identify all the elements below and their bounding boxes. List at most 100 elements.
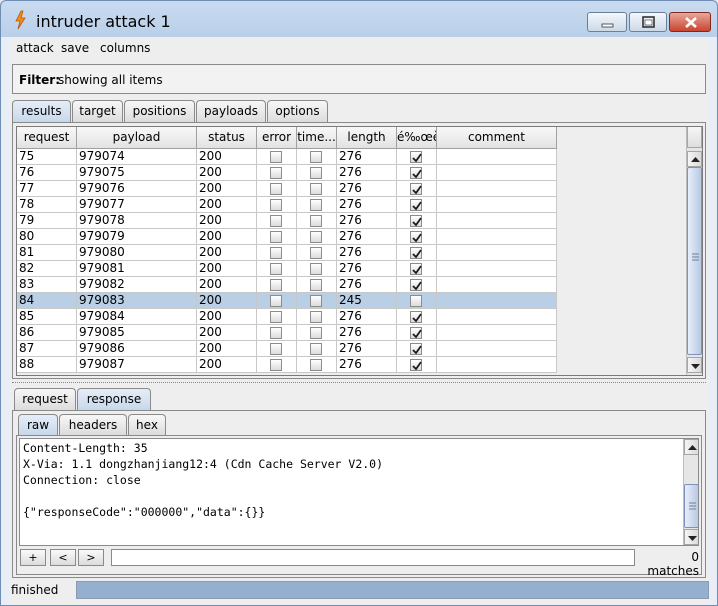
match-checkbox[interactable] <box>410 199 422 211</box>
column-payload[interactable]: payload <box>77 127 197 149</box>
match-checkbox[interactable] <box>410 183 422 195</box>
table-row[interactable]: 80 979079 200 276 <box>17 229 557 245</box>
menu-save[interactable]: save <box>61 41 89 55</box>
timeout-checkbox[interactable] <box>310 263 322 275</box>
timeout-checkbox[interactable] <box>310 199 322 211</box>
match-checkbox[interactable] <box>410 295 422 307</box>
table-row[interactable]: 85 979084 200 276 <box>17 309 557 325</box>
error-checkbox[interactable] <box>270 327 282 339</box>
column-length[interactable]: length <box>337 127 397 149</box>
timeout-checkbox[interactable] <box>310 343 322 355</box>
match-checkbox[interactable] <box>410 343 422 355</box>
timeout-checkbox[interactable] <box>310 183 322 195</box>
timeout-checkbox[interactable] <box>310 151 322 163</box>
tab-options[interactable]: options <box>267 100 328 122</box>
tab-target[interactable]: target <box>72 100 123 122</box>
response-scrollbar[interactable] <box>683 439 698 545</box>
add-search-button[interactable]: + <box>20 549 46 566</box>
error-checkbox[interactable] <box>270 167 282 179</box>
timeout-checkbox[interactable] <box>310 295 322 307</box>
table-row[interactable]: 87 979086 200 276 <box>17 341 557 357</box>
table-row[interactable]: 77 979076 200 276 <box>17 181 557 197</box>
timeout-checkbox[interactable] <box>310 279 322 291</box>
tab-payloads[interactable]: payloads <box>196 100 266 122</box>
error-checkbox[interactable] <box>270 231 282 243</box>
column-error[interactable]: error <box>257 127 297 149</box>
table-row[interactable]: 76 979075 200 276 <box>17 165 557 181</box>
timeout-checkbox[interactable] <box>310 311 322 323</box>
table-row[interactable]: 86 979085 200 276 <box>17 325 557 341</box>
error-checkbox[interactable] <box>270 183 282 195</box>
table-row[interactable]: 82 979081 200 276 <box>17 261 557 277</box>
error-checkbox[interactable] <box>270 343 282 355</box>
timeout-checkbox[interactable] <box>310 215 322 227</box>
cell-error <box>257 149 297 165</box>
cell-comment <box>437 325 557 341</box>
cell-comment <box>437 309 557 325</box>
timeout-checkbox[interactable] <box>310 359 322 371</box>
scroll-thumb[interactable] <box>687 167 702 355</box>
match-checkbox[interactable] <box>410 279 422 291</box>
tab-request[interactable]: request <box>14 388 76 410</box>
menu-attack[interactable]: attack <box>16 41 54 55</box>
split-pane-divider[interactable] <box>12 382 706 386</box>
error-checkbox[interactable] <box>270 359 282 371</box>
match-checkbox[interactable] <box>410 167 422 179</box>
table-row[interactable]: 84 979083 200 245 <box>17 293 557 309</box>
close-button[interactable] <box>669 12 711 32</box>
match-checkbox[interactable] <box>410 231 422 243</box>
column-status[interactable]: status <box>197 127 257 149</box>
tab-headers[interactable]: headers <box>59 414 127 435</box>
table-row[interactable]: 83 979082 200 276 <box>17 277 557 293</box>
cell-error <box>257 357 297 373</box>
tab-positions[interactable]: positions <box>124 100 195 122</box>
menu-columns[interactable]: columns <box>100 41 150 55</box>
error-checkbox[interactable] <box>270 263 282 275</box>
table-scrollbar[interactable] <box>686 127 702 375</box>
timeout-checkbox[interactable] <box>310 167 322 179</box>
previous-match-button[interactable]: < <box>50 549 76 566</box>
minimize-button[interactable] <box>587 12 627 32</box>
error-checkbox[interactable] <box>270 199 282 211</box>
table-row[interactable]: 88 979087 200 276 <box>17 357 557 373</box>
match-checkbox[interactable] <box>410 215 422 227</box>
column-request[interactable]: request <box>17 127 77 149</box>
match-checkbox[interactable] <box>410 151 422 163</box>
scroll-up-button[interactable] <box>684 439 698 455</box>
match-checkbox[interactable] <box>410 327 422 339</box>
filter-bar[interactable]: Filter: showing all items <box>12 64 706 94</box>
next-match-button[interactable]: > <box>78 549 104 566</box>
error-checkbox[interactable] <box>270 151 282 163</box>
scroll-down-button[interactable] <box>684 529 698 545</box>
tab-hex[interactable]: hex <box>128 414 166 435</box>
error-checkbox[interactable] <box>270 311 282 323</box>
error-checkbox[interactable] <box>270 295 282 307</box>
timeout-checkbox[interactable] <box>310 247 322 259</box>
column-comment[interactable]: comment <box>437 127 557 149</box>
scroll-down-button[interactable] <box>687 357 702 373</box>
match-checkbox[interactable] <box>410 359 422 371</box>
maximize-button[interactable] <box>629 12 667 32</box>
table-row[interactable]: 81 979080 200 276 <box>17 245 557 261</box>
tab-results[interactable]: results <box>12 100 71 122</box>
timeout-checkbox[interactable] <box>310 327 322 339</box>
column-match[interactable]: é‰œè... <box>397 127 437 149</box>
table-row[interactable]: 78 979077 200 276 <box>17 197 557 213</box>
tab-raw[interactable]: raw <box>18 414 58 435</box>
response-text-area[interactable]: Content-Length: 35 X-Via: 1.1 dongzhanji… <box>19 438 699 546</box>
search-input[interactable] <box>111 549 635 566</box>
scroll-up-button[interactable] <box>687 151 702 167</box>
title-bar[interactable]: intruder attack 1 <box>1 1 717 37</box>
error-checkbox[interactable] <box>270 279 282 291</box>
match-checkbox[interactable] <box>410 263 422 275</box>
error-checkbox[interactable] <box>270 247 282 259</box>
table-row[interactable]: 75 979074 200 276 <box>17 149 557 165</box>
column-timeout[interactable]: time... <box>297 127 337 149</box>
tab-response[interactable]: response <box>77 388 151 410</box>
timeout-checkbox[interactable] <box>310 231 322 243</box>
scroll-thumb[interactable] <box>684 484 698 528</box>
error-checkbox[interactable] <box>270 215 282 227</box>
match-checkbox[interactable] <box>410 311 422 323</box>
table-row[interactable]: 79 979078 200 276 <box>17 213 557 229</box>
match-checkbox[interactable] <box>410 247 422 259</box>
